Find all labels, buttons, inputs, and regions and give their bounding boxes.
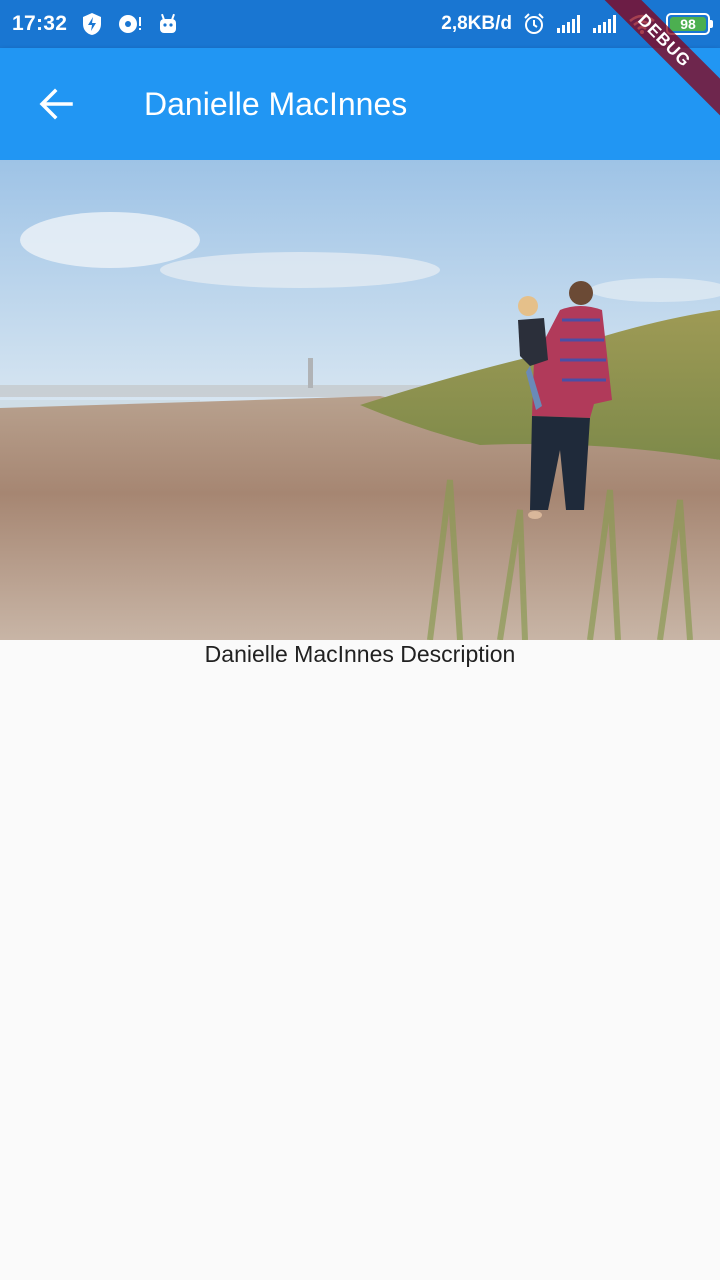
signal-strength-icon-2 (592, 14, 618, 34)
status-bar: 17:32 2,8KB/d 98 (0, 0, 720, 48)
battery-level: 98 (680, 16, 696, 32)
page-title: Danielle MacInnes (144, 86, 408, 122)
app-bar: Danielle MacInnes (0, 48, 720, 160)
android-icon (157, 13, 179, 35)
beach-photo (0, 160, 720, 640)
description-text: Danielle MacInnes Description (204, 641, 516, 667)
arrow-back-icon (38, 88, 74, 120)
status-bar-left: 17:32 (12, 0, 179, 48)
wifi-icon (628, 13, 656, 35)
network-rate: 2,8KB/d (441, 13, 512, 34)
signal-strength-icon (556, 14, 582, 34)
sync-notification-icon (117, 13, 143, 35)
status-bar-right: 2,8KB/d 98 (441, 0, 713, 48)
shield-bolt-icon (81, 12, 103, 36)
alarm-icon (522, 12, 546, 36)
status-time: 17:32 (12, 12, 68, 35)
hero-image (0, 160, 720, 640)
back-button[interactable] (28, 76, 84, 132)
battery-icon: 98 (666, 13, 713, 35)
